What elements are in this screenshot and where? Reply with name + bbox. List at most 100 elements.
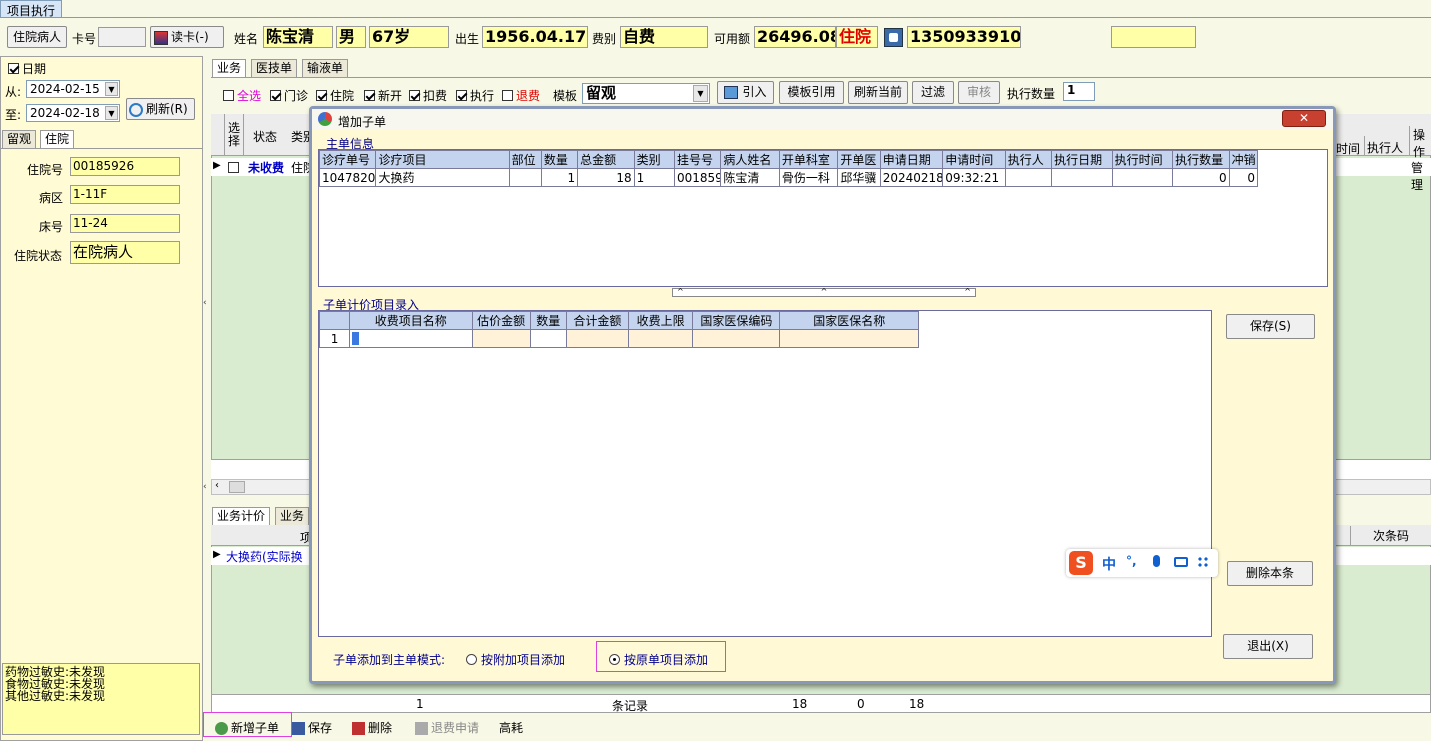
estimate-cell[interactable] [471, 329, 531, 348]
deduct-checkbox[interactable]: 扣费 [409, 87, 447, 104]
outpatient-checkbox[interactable]: 门诊 [270, 87, 308, 104]
radio-icon [466, 654, 477, 665]
section-splitter[interactable]: ^ ^ ^ [672, 288, 976, 297]
table-row[interactable]: 10478208大换药1181001859陈宝清骨伤一科邱华骥202402180… [319, 168, 1259, 187]
delete-entry-button[interactable]: 删除本条 [1227, 561, 1313, 586]
tab-business-2[interactable]: 业务 [275, 507, 310, 525]
limit-cell[interactable] [627, 329, 694, 348]
tab-business-pricing[interactable]: 业务计价 [212, 507, 271, 525]
table-row[interactable]: 1 [319, 329, 919, 348]
ime-toolbar[interactable]: S 中 °, [1066, 549, 1218, 577]
scroll-left-icon[interactable]: ‹ [215, 480, 219, 491]
splitter-handle[interactable]: ‹ ‹ [203, 296, 211, 496]
tab-business[interactable]: 业务 [212, 59, 247, 77]
bed-field: 11-24 [70, 214, 180, 233]
main-cell: 邱华骥 [837, 168, 881, 187]
close-icon[interactable]: ✕ [1282, 110, 1326, 127]
exit-button[interactable]: 退出(X) [1223, 634, 1313, 659]
read-card-button[interactable]: 读卡(-) [150, 26, 224, 48]
refund-request-label: 退费申请 [431, 721, 480, 735]
inpatient-checkbox[interactable]: 住院 [316, 87, 354, 104]
sub-items-grid: 收费项目名称 估价金额 数量 合计金额 收费上限 国家医保编码 国家医保名称 1 [318, 310, 1212, 637]
phone-icon [884, 28, 903, 47]
save-label: 保存 [308, 721, 333, 735]
ins-code-cell[interactable] [692, 329, 781, 348]
refund-checkbox[interactable]: 退费 [502, 87, 540, 104]
new-sub-button[interactable]: 新增子单 [215, 719, 279, 736]
filter-button[interactable]: 过滤 [912, 81, 954, 104]
main-col-header: 开单科室 [778, 150, 839, 169]
delete-button[interactable]: 删除 [352, 719, 392, 736]
app-logo-icon [318, 112, 332, 126]
text-cursor [352, 331, 360, 345]
template-ref-button[interactable]: 模板引用 [779, 81, 844, 104]
save-button[interactable]: 保存 [292, 719, 332, 736]
import-button[interactable]: 引入 [717, 81, 774, 104]
microphone-icon[interactable] [1153, 555, 1160, 567]
scrollbar-thumb[interactable] [229, 481, 245, 493]
dialog-save-button[interactable]: 保存(S) [1226, 314, 1315, 339]
exec-count-input[interactable]: 1 [1063, 82, 1095, 101]
audit-button[interactable]: 审核 [958, 81, 1000, 104]
refresh-current-button[interactable]: 刷新当前 [848, 81, 908, 104]
main-col-header: 诊疗单号 [319, 150, 377, 169]
tab-observation[interactable]: 留观 [2, 130, 37, 148]
import-label: 引入 [742, 85, 767, 99]
sub-col-header: 估价金额 [471, 311, 531, 330]
chevron-up-icon: ^ [964, 287, 971, 296]
apps-grid-icon[interactable] [1197, 556, 1210, 569]
refund-icon [415, 722, 428, 735]
refund-request-button[interactable]: 退费申请 [415, 719, 479, 736]
read-card-label: 读卡(-) [171, 30, 209, 44]
to-label: 至: [5, 108, 22, 122]
col-operation: 操作 [1409, 126, 1431, 159]
inpatient-label: 住院 [330, 89, 355, 103]
row-operation[interactable]: 管理 [1411, 159, 1431, 193]
date-checkbox[interactable]: 日期 [8, 60, 46, 77]
summary-count: 1 [416, 697, 424, 711]
row-checkbox[interactable] [228, 162, 239, 173]
mode-option-additional[interactable]: 按附加项目添加 [466, 651, 565, 668]
row-index: 1 [319, 329, 351, 348]
tab-inpatient[interactable]: 住院 [40, 130, 75, 148]
ins-name-cell[interactable] [779, 329, 919, 348]
mode-label: 子单添加到主单模式: [333, 653, 446, 667]
from-date-picker[interactable]: 2024-02-15 ▼ [26, 80, 120, 98]
chevron-down-icon[interactable]: ▼ [105, 82, 118, 96]
sub-col-header: 合计金额 [565, 311, 630, 330]
quantity-cell[interactable] [529, 329, 567, 348]
outpatient-label: 门诊 [284, 89, 309, 103]
chevron-down-icon[interactable]: ▼ [105, 106, 118, 120]
select-all-checkbox[interactable]: 全选 [223, 87, 261, 104]
inpatient-button[interactable]: 住院病人 [7, 26, 67, 48]
tab-infusion[interactable]: 输液单 [302, 59, 349, 77]
template-select[interactable]: 留观 ▼ [582, 83, 710, 104]
summary-v2: 0 [857, 697, 865, 711]
main-cell: 骨伤一科 [778, 168, 839, 187]
consumables-button[interactable]: 高耗 [499, 719, 523, 736]
tab-medical-tech[interactable]: 医技单 [251, 59, 298, 77]
card-input[interactable] [98, 27, 146, 47]
keyboard-icon[interactable] [1174, 557, 1188, 567]
window-tab[interactable]: 项目执行 [0, 0, 63, 18]
charge-name-cell[interactable] [349, 329, 473, 348]
execute-checkbox[interactable]: 执行 [456, 87, 494, 104]
main-col-header: 数量 [540, 150, 579, 169]
mode-option-original[interactable]: 按原单项目添加 [609, 651, 708, 668]
template-value: 留观 [586, 84, 617, 102]
new-checkbox[interactable]: 新开 [364, 87, 402, 104]
main-col-header: 执行人 [1004, 150, 1053, 169]
ward-label: 病区 [39, 191, 64, 205]
refresh-button[interactable]: 刷新(R) [126, 98, 195, 120]
main-cell: 09:32:21 [942, 168, 1006, 187]
chevron-down-icon[interactable]: ▼ [693, 85, 708, 102]
birth-label: 出生 [455, 32, 480, 46]
main-cell: 大换药 [375, 168, 510, 187]
main-cell: 0 [1228, 168, 1259, 187]
total-cell[interactable] [565, 329, 630, 348]
ime-lang[interactable]: 中 [1102, 554, 1116, 574]
main-col-header: 病人姓名 [720, 150, 780, 169]
ime-punct[interactable]: °, [1126, 554, 1137, 568]
to-date-picker[interactable]: 2024-02-18 ▼ [26, 104, 120, 122]
status-field-left: 在院病人 [70, 241, 180, 264]
